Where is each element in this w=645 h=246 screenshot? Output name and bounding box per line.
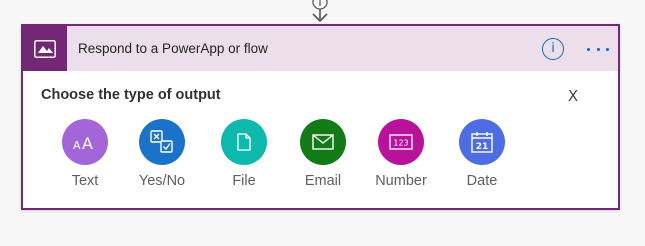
info-icon[interactable]: i <box>542 38 564 60</box>
add-step-connector-icon[interactable] <box>309 0 331 24</box>
svg-text:123: 123 <box>393 139 408 148</box>
number-icon: 123 <box>378 119 424 165</box>
close-button[interactable]: X <box>566 87 580 105</box>
svg-text:A: A <box>82 134 93 152</box>
powerapps-icon <box>23 26 67 71</box>
option-label: Date <box>466 173 498 189</box>
option-file[interactable]: File <box>209 119 279 194</box>
yes-no-icon <box>139 119 185 165</box>
option-email[interactable]: Email <box>288 119 358 194</box>
email-icon <box>300 119 346 165</box>
option-label: Email <box>304 173 342 189</box>
date-icon: 21 <box>459 119 505 165</box>
action-title: Respond to a PowerApp or flow <box>78 41 268 56</box>
respond-action-card: Respond to a PowerApp or flow i Choose t… <box>21 24 620 210</box>
output-type-options: A A Text Yes/No File Email 123 Number 21… <box>23 119 618 199</box>
svg-text:A: A <box>73 139 81 152</box>
option-date[interactable]: 21 Date <box>447 119 517 194</box>
option-text[interactable]: A A Text <box>50 119 120 194</box>
card-header[interactable]: Respond to a PowerApp or flow i <box>23 26 618 71</box>
text-aa-icon: A A <box>62 119 108 165</box>
choose-output-heading: Choose the type of output <box>41 87 221 103</box>
option-label: Yes/No <box>138 173 186 189</box>
option-yes-no[interactable]: Yes/No <box>127 119 197 194</box>
option-number[interactable]: 123 Number <box>366 119 436 194</box>
option-label: Number <box>375 173 427 189</box>
file-icon <box>221 119 267 165</box>
option-label: File <box>232 173 256 189</box>
more-options-icon[interactable] <box>583 37 613 61</box>
svg-text:21: 21 <box>476 142 489 152</box>
